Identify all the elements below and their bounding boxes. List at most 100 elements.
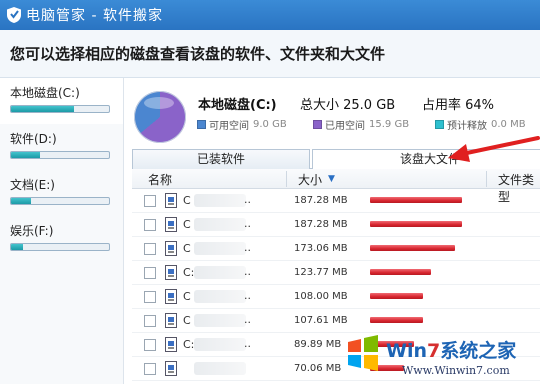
drive-usage-fill [11,106,74,112]
file-size: 70.06 MB [294,363,342,374]
row-checkbox[interactable] [144,267,156,279]
file-icon [165,361,177,376]
legend-free-label: 可用空间 [209,121,249,132]
file-size: 187.28 MB [294,195,348,206]
column-divider[interactable] [286,171,287,187]
row-checkbox[interactable] [144,243,156,255]
file-name: C [183,290,191,303]
window-title: 电脑管家 - 软件搬家 [26,8,163,24]
file-size: 89.89 MB [294,339,342,350]
size-bar [370,293,423,299]
file-icon [165,337,177,352]
tab-installed-software[interactable]: 已装软件 [132,149,310,169]
legend-release-value: 0.0 MB [491,119,526,130]
size-bar [370,269,431,275]
file-size: 108.00 MB [294,291,348,302]
drive-item-e[interactable]: 文档(E:) [0,170,123,216]
column-divider[interactable] [486,171,487,187]
drive-item-d[interactable]: 软件(D:) [0,124,123,170]
size-bar [370,245,455,251]
drive-sidebar: 本地磁盘(C:) 软件(D:) 文档(E:) 娱乐(F:) [0,78,124,384]
legend-used-swatch [313,120,322,129]
redacted-name [194,218,246,231]
file-size: 173.06 MB [294,243,348,254]
size-bar [370,197,462,203]
shield-logo-icon [7,7,21,23]
file-size: 107.61 MB [294,315,348,326]
file-icon [165,193,177,208]
drive-item-c[interactable]: 本地磁盘(C:) [0,78,123,124]
file-size: 123.77 MB [294,267,348,278]
file-name-ellipsis: .. [244,337,251,350]
legend-release: 预计释放 0.0 MB [435,117,526,132]
row-checkbox[interactable] [144,315,156,327]
legend-used-value: 15.9 GB [369,119,410,130]
drive-usage-fill [11,244,23,250]
size-bar [370,317,423,323]
table-row[interactable]: C .. 108.00 MB [132,285,540,309]
title-bar: 电脑管家 - 软件搬家 [0,0,540,30]
size-bar [370,221,462,227]
redacted-name [194,266,246,279]
disk-usage-pie-icon [134,91,186,143]
row-checkbox[interactable] [144,195,156,207]
table-row[interactable]: C .. 187.28 MB [132,189,540,213]
drive-usage-bar [10,197,110,205]
drive-usage-fill [11,152,41,158]
watermark-brand-7: 7 [427,340,441,362]
legend-release-swatch [435,120,444,129]
watermark: Win7系统之家 Www.Winwin7.com [342,330,540,384]
file-icon [165,289,177,304]
file-name: C: [183,266,195,279]
file-name-ellipsis: .. [244,241,251,254]
instruction-text: 您可以选择相应的磁盘查看该盘的软件、文件夹和大文件 [10,45,386,63]
file-name: C [183,218,191,231]
legend-free-value: 9.0 GB [253,119,287,130]
row-checkbox[interactable] [144,363,156,375]
file-icon [165,217,177,232]
drive-usage-bar [10,105,110,113]
row-checkbox[interactable] [144,339,156,351]
file-name-ellipsis: .. [244,313,251,326]
file-name-ellipsis: .. [244,265,251,278]
watermark-url: Www.Winwin7.com [402,364,510,377]
windows-flag-logo [348,335,378,371]
table-header: 名称 大小 ▼ 文件类型 [132,169,540,204]
file-icon [165,265,177,280]
column-header-name[interactable]: 名称 [148,171,172,188]
drive-usage-bar [10,151,110,159]
red-arrow-annotation [448,136,540,162]
watermark-brand: Win7系统之家 [386,336,516,363]
row-checkbox[interactable] [144,291,156,303]
file-name: C [183,194,191,207]
drive-label: 软件(D:) [10,132,57,146]
watermark-brand-text: 系统之家 [440,340,517,362]
drive-usage-bar [10,243,110,251]
file-name: C [183,314,191,327]
drive-label: 本地磁盘(C:) [10,86,80,100]
legend-release-label: 预计释放 [447,121,487,132]
file-name-ellipsis: .. [244,193,251,206]
legend-used-label: 已用空间 [325,121,365,132]
table-row[interactable]: C: .. 123.77 MB [132,261,540,285]
drive-item-f[interactable]: 娱乐(F:) [0,216,123,262]
file-name-ellipsis: .. [244,289,251,302]
drive-usage-fill [11,198,31,204]
legend-used: 已用空间 15.9 GB [313,117,409,132]
column-header-size[interactable]: 大小 [298,171,322,188]
file-name: C: [183,338,195,351]
redacted-name [194,338,246,351]
file-icon [165,241,177,256]
redacted-name [194,290,246,303]
drive-name: 本地磁盘(C:) [198,98,277,113]
drive-usage-rate: 占用率 64% [422,98,495,113]
table-row[interactable]: C .. 187.28 MB [132,213,540,237]
file-name: C [183,242,191,255]
file-name-ellipsis: .. [244,217,251,230]
drive-label: 娱乐(F:) [10,224,54,238]
legend-free: 可用空间 9.0 GB [197,117,287,132]
table-row[interactable]: C .. 173.06 MB [132,237,540,261]
file-size: 187.28 MB [294,219,348,230]
row-checkbox[interactable] [144,219,156,231]
legend-free-swatch [197,120,206,129]
